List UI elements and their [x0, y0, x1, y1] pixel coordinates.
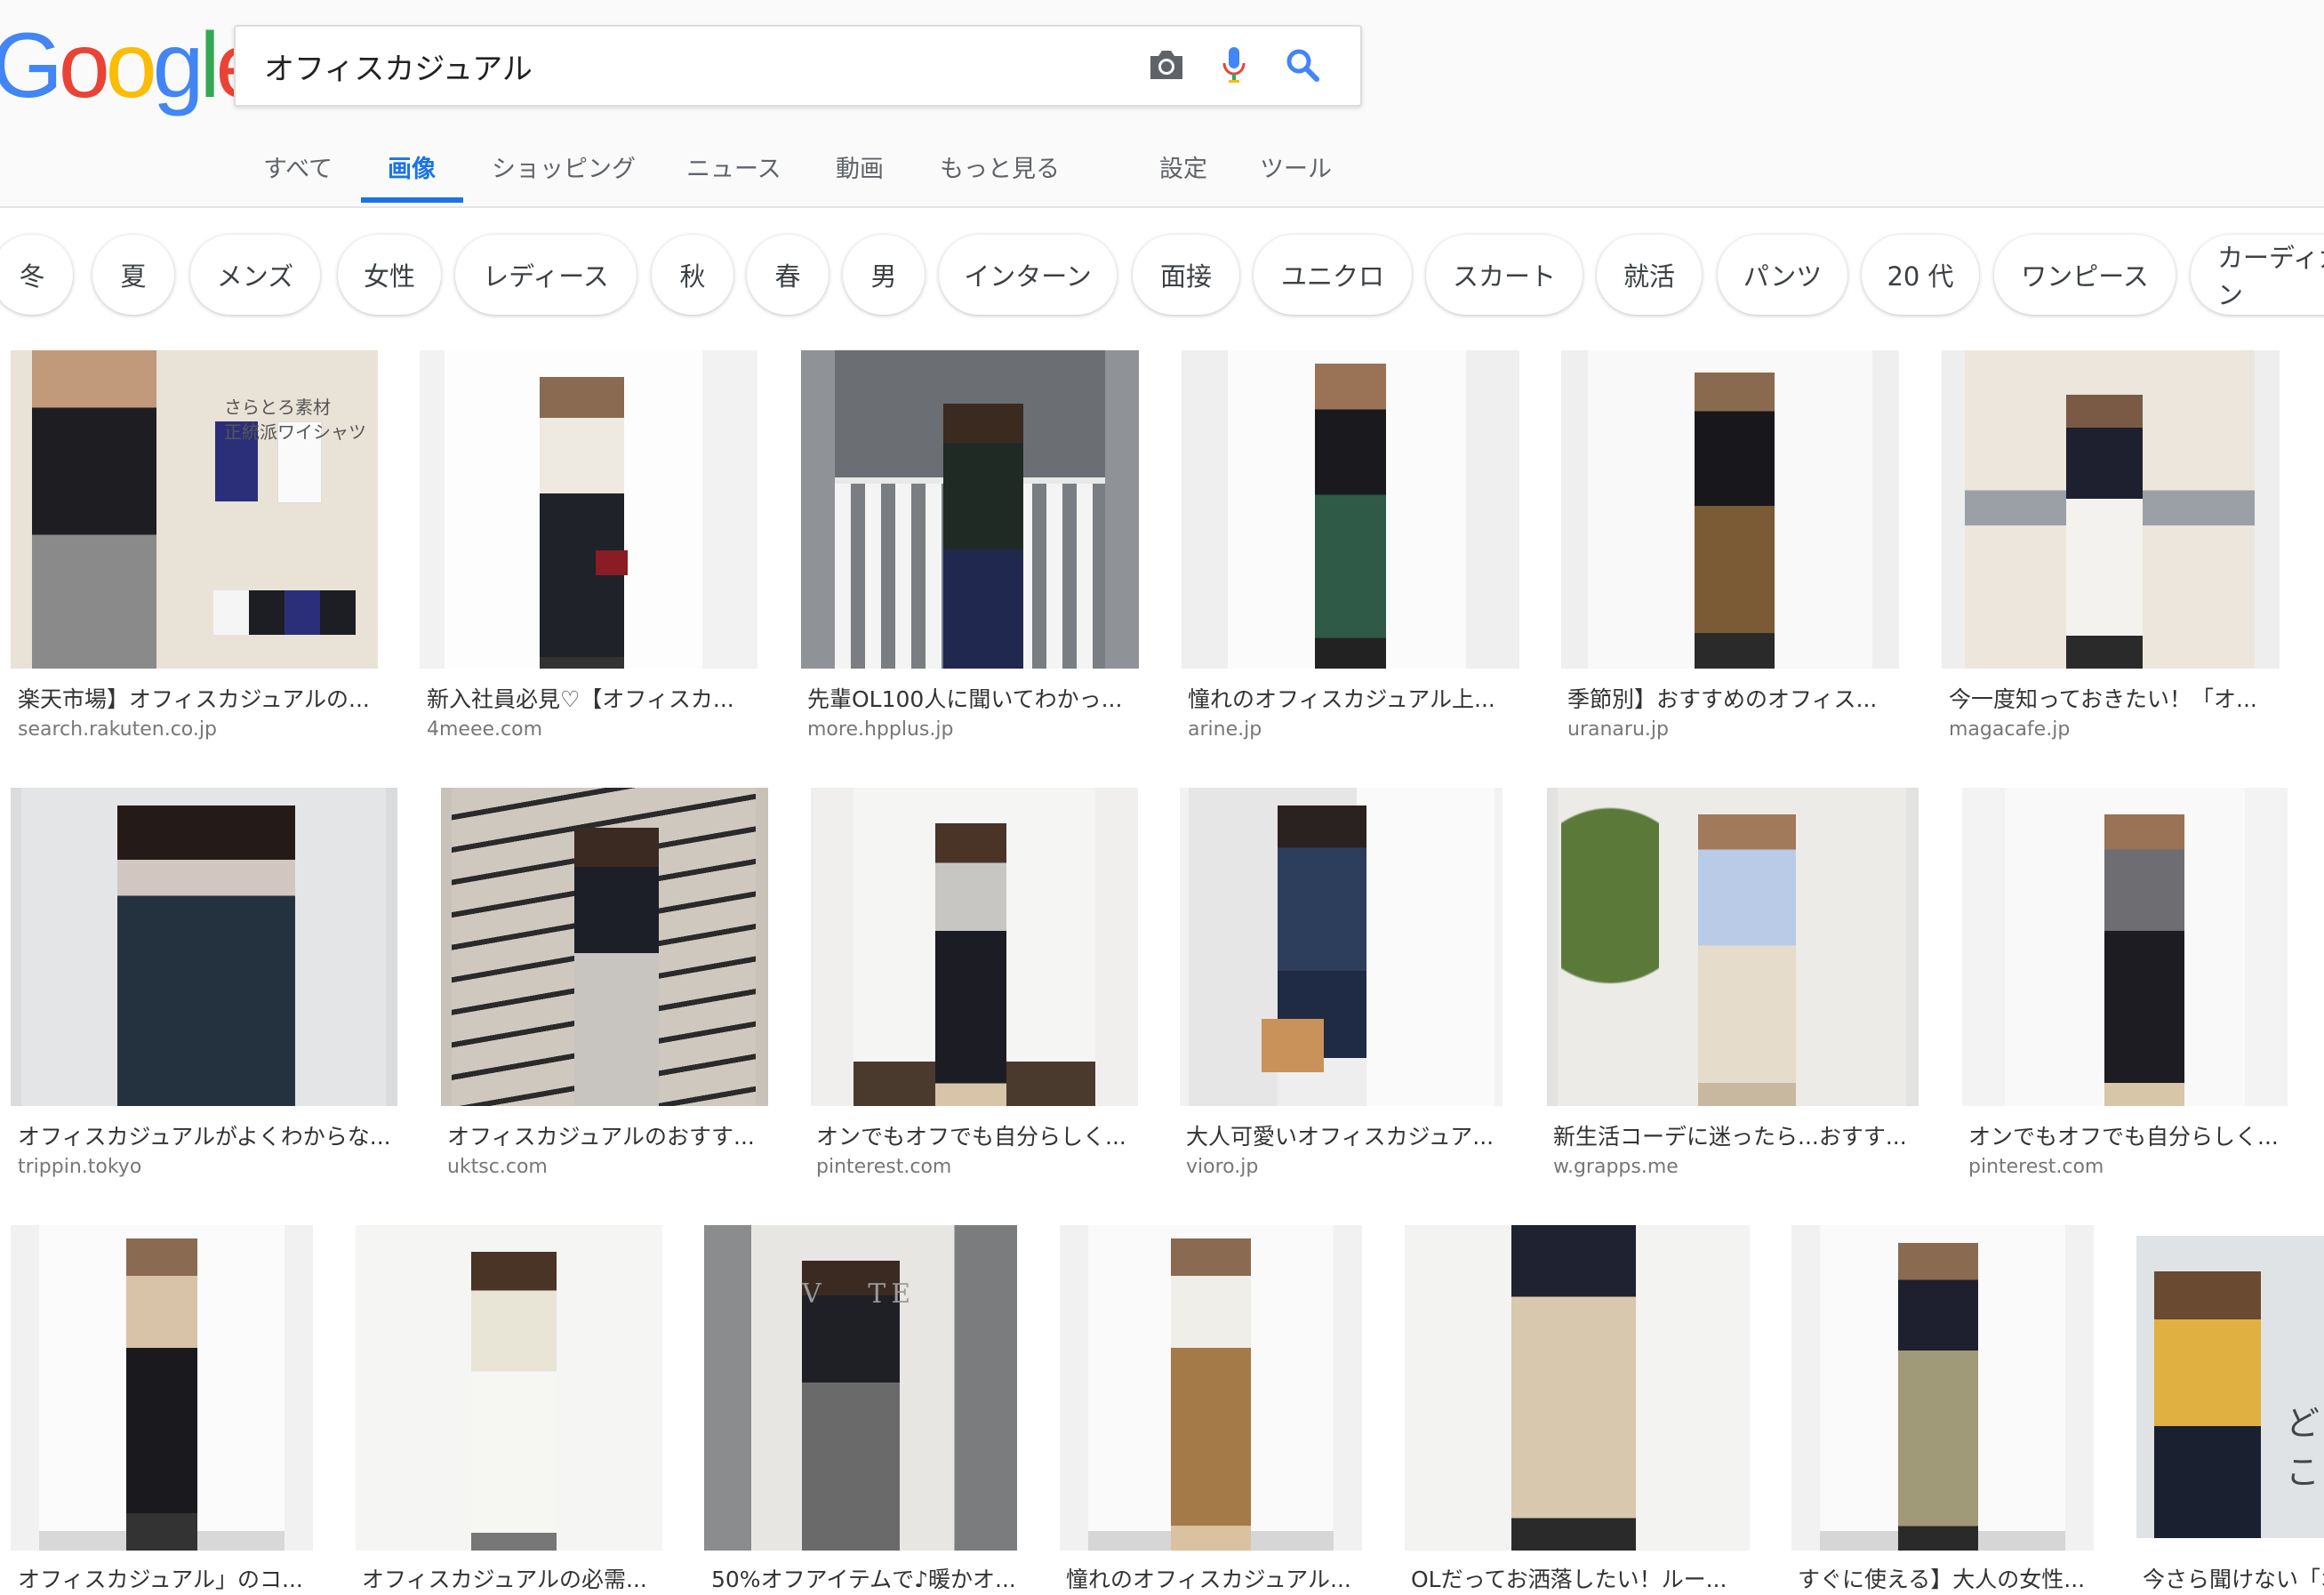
chip[interactable]: 夏 — [92, 235, 174, 315]
logo-letter: o — [58, 14, 110, 117]
result-title[interactable]: オフィスカジュアル」のコ... — [18, 1562, 311, 1594]
result-title[interactable]: 大人可愛いオフィスカジュア... — [1186, 1119, 1502, 1151]
result-title[interactable]: 憧れのオフィスカジュアル... — [1066, 1562, 1359, 1594]
result-image[interactable]: どこ — [2136, 1236, 2324, 1538]
result-title[interactable]: 今さら聞けない「オ — [2143, 1562, 2324, 1594]
search-tabs: すべて 画像 ショッピング ニュース 動画 もっと見る 設定 ツール — [0, 133, 2324, 206]
image-overlay-text: さらとろ素材 正統派ワイシャツ — [224, 397, 366, 443]
result-title[interactable]: 季節別】おすすめのオフィス... — [1567, 682, 1887, 714]
result-image[interactable] — [1942, 350, 2280, 669]
result-domain: pinterest.com — [816, 1156, 952, 1178]
result-image[interactable] — [1791, 1225, 2094, 1551]
tab-videos[interactable]: 動画 — [836, 149, 884, 184]
result-image[interactable] — [1405, 1225, 1750, 1551]
logo-letter: g — [152, 14, 204, 117]
result-title[interactable]: 楽天市場】オフィスカジュアルの... — [18, 682, 373, 714]
chip[interactable]: メンズ — [190, 235, 320, 315]
chip[interactable]: スカート — [1426, 235, 1583, 315]
result-image[interactable] — [1962, 788, 2288, 1106]
result-domain: trippin.tokyo — [18, 1156, 142, 1178]
result-title[interactable]: オフィスカジュアルの必需... — [362, 1562, 660, 1594]
chip[interactable]: 春 — [747, 235, 829, 315]
logo-letter: o — [105, 14, 157, 117]
camera-icon[interactable] — [1144, 43, 1189, 87]
result-title[interactable]: 新入社員必見♡【オフィスカ... — [427, 682, 747, 714]
chip[interactable]: 面接 — [1133, 235, 1239, 315]
related-searches: 冬 夏 メンズ 女性 レディース 秋 春 男 インターン 面接 ユニクロ スカー… — [0, 233, 2324, 322]
result-domain: uranaru.jp — [1567, 718, 1669, 741]
result-domain: uktsc.com — [447, 1156, 548, 1178]
result-domain: magacafe.jp — [1949, 718, 2071, 741]
chip[interactable]: 冬 — [0, 235, 73, 315]
header: Google オフィスカジュアル すべて 画像 ショッピング ニュース 動画 も… — [0, 0, 2324, 208]
result-image[interactable] — [356, 1225, 662, 1551]
result-image[interactable] — [1547, 788, 1919, 1106]
result-image[interactable] — [1060, 1225, 1362, 1551]
search-icon[interactable] — [1280, 43, 1325, 87]
result-image[interactable] — [420, 350, 757, 669]
result-domain: 4meee.com — [427, 718, 543, 741]
result-domain: search.rakuten.co.jp — [18, 718, 217, 741]
image-overlay-text: V TE — [802, 1278, 917, 1310]
result-image[interactable] — [811, 788, 1138, 1106]
image-overlay-text: どこ — [2286, 1404, 2320, 1492]
result-domain: pinterest.com — [1968, 1156, 2104, 1178]
search-box[interactable]: オフィスカジュアル — [234, 25, 1362, 107]
logo-letter: G — [0, 14, 63, 117]
result-domain: vioro.jp — [1186, 1156, 1259, 1178]
chip[interactable]: パンツ — [1718, 235, 1847, 315]
result-image[interactable] — [1561, 350, 1899, 669]
tab-all[interactable]: すべて — [263, 149, 333, 184]
result-image[interactable] — [441, 788, 768, 1106]
chip[interactable]: 20 代 — [1862, 235, 1979, 315]
logo-letter: l — [199, 14, 220, 117]
tab-more[interactable]: もっと見る — [940, 149, 1060, 184]
result-title[interactable]: オンでもオフでも自分らしく... — [1968, 1119, 2284, 1151]
result-title[interactable]: オンでもオフでも自分らしく... — [816, 1119, 1136, 1151]
result-title[interactable]: 憧れのオフィスカジュアル上... — [1188, 682, 1508, 714]
result-image[interactable] — [1180, 788, 1503, 1106]
result-image[interactable]: さらとろ素材 正統派ワイシャツ — [11, 350, 378, 669]
result-image[interactable] — [11, 788, 397, 1106]
tab-news[interactable]: ニュース — [686, 149, 781, 184]
result-title[interactable]: 50%オフアイテムで♪暖かオ... — [711, 1562, 1014, 1594]
tab-shopping[interactable]: ショッピング — [492, 149, 636, 184]
result-domain: arine.jp — [1188, 718, 1262, 741]
result-title[interactable]: すぐに使える】大人の女性... — [1798, 1562, 2091, 1594]
result-image[interactable]: V TE — [704, 1225, 1017, 1551]
result-image[interactable] — [801, 350, 1139, 669]
result-domain: w.grapps.me — [1553, 1156, 1679, 1178]
result-title[interactable]: オフィスカジュアルのおすす... — [447, 1119, 767, 1151]
result-image[interactable] — [11, 1225, 313, 1551]
google-logo[interactable]: Google — [0, 20, 267, 112]
chip[interactable]: ワンピース — [1994, 235, 2176, 315]
result-title[interactable]: 今一度知っておきたい！「オ... — [1949, 682, 2269, 714]
result-title[interactable]: オフィスカジュアルがよくわからな... — [18, 1119, 391, 1151]
tab-images[interactable]: 画像 — [388, 149, 436, 184]
chip[interactable]: 就活 — [1597, 235, 1702, 315]
search-input[interactable]: オフィスカジュアル — [264, 44, 533, 88]
result-title[interactable]: OLだってお洒落したい！ルー... — [1411, 1562, 1747, 1594]
chip[interactable]: カーディガン — [2191, 235, 2324, 315]
result-title[interactable]: 先輩OL100人に聞いてわかっ... — [807, 682, 1127, 714]
chip[interactable]: 男 — [843, 235, 925, 315]
chip[interactable]: ユニクロ — [1254, 235, 1412, 315]
chip[interactable]: 秋 — [652, 235, 733, 315]
tab-tools[interactable]: ツール — [1260, 149, 1332, 184]
tab-settings[interactable]: 設定 — [1159, 149, 1207, 184]
chip[interactable]: 女性 — [338, 235, 441, 315]
result-domain: more.hpplus.jp — [807, 718, 954, 741]
active-tab-indicator — [361, 197, 463, 203]
microphone-icon[interactable] — [1212, 43, 1256, 87]
result-image[interactable] — [1182, 350, 1519, 669]
chip[interactable]: インターン — [939, 235, 1117, 315]
chip[interactable]: レディース — [455, 235, 637, 315]
result-title[interactable]: 新生活コーデに迷ったら...おすす... — [1553, 1119, 1909, 1151]
